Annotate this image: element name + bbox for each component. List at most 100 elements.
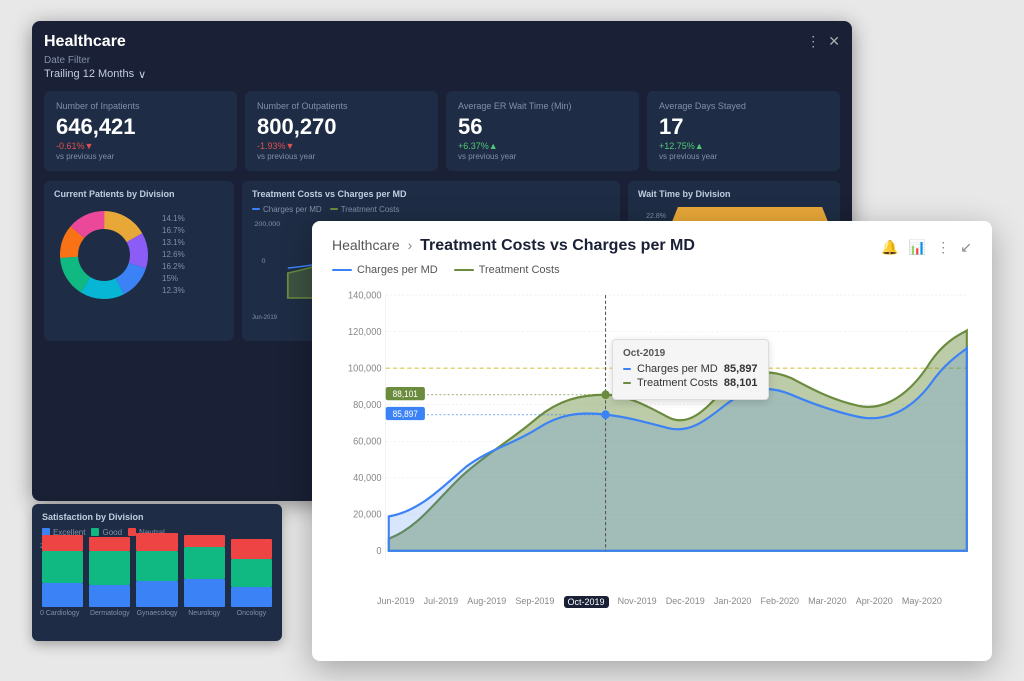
detail-legend-treatment: Treatment Costs <box>454 264 560 276</box>
kpi-label-3: Average Days Stayed <box>659 101 828 111</box>
bar-good-4 <box>231 559 272 587</box>
bar-neutral-2 <box>136 533 177 551</box>
kpi-vs-0: vs previous year <box>56 152 225 161</box>
chevron-down-icon: ∨ <box>138 68 146 81</box>
bar-label-4: Oncology <box>237 610 267 617</box>
legend-treatment-dot <box>330 208 338 210</box>
bar-excellent-2 <box>136 581 177 607</box>
dot-charges <box>601 410 609 419</box>
svg-text:0: 0 <box>262 258 266 264</box>
x-label-detail-2: Aug-2019 <box>467 596 506 608</box>
kpi-value-3: 17 <box>659 115 828 139</box>
kpi-label-0: Number of Inpatients <box>56 101 225 111</box>
kpi-label-2: Average ER Wait Time (Min) <box>458 101 627 111</box>
x-label-detail-11: May-2020 <box>902 596 942 608</box>
kpi-vs-1: vs previous year <box>257 152 426 161</box>
bar-neutral-1 <box>89 537 130 551</box>
bar-excellent-0 <box>42 583 83 607</box>
kpi-vs-3: vs previous year <box>659 152 828 161</box>
legend-charges-dot <box>252 208 260 210</box>
bar-group-gynaecology: Gynaecology <box>136 533 177 617</box>
bar-excellent-4 <box>231 587 272 607</box>
bar-chart-area: Cardiology Dermatology <box>42 543 272 633</box>
donut-label-0: 14.1% <box>162 214 185 223</box>
donut-container: 14.1% 16.7% 13.1% 12.6% 16.2% 15% 12.3% <box>54 205 224 305</box>
more-icon[interactable]: ⋮ <box>936 239 950 256</box>
detail-chart-title: Treatment Costs vs Charges per MD <box>420 237 695 254</box>
x-label-detail-9: Mar-2020 <box>808 596 847 608</box>
kpi-change-2: +6.37%▲ <box>458 141 627 151</box>
bar-group-cardiology: Cardiology <box>42 535 83 617</box>
donut-label-4: 16.2% <box>162 262 185 271</box>
kpi-value-1: 800,270 <box>257 115 426 139</box>
line-chart-legend: Charges per MD Treatment Costs <box>252 205 610 214</box>
bar-label-2: Gynaecology <box>137 610 178 617</box>
menu-icon[interactable]: ⋮ <box>806 33 820 50</box>
svg-text:40,000: 40,000 <box>353 472 381 483</box>
x-label-detail-6: Dec-2019 <box>666 596 705 608</box>
detail-chart-icons[interactable]: 🔔 📊 ⋮ ↙ <box>881 239 972 256</box>
x-label-detail-10: Apr-2020 <box>856 596 893 608</box>
sat-dot-neutral <box>128 528 136 536</box>
bar-excellent-1 <box>89 585 130 607</box>
breadcrumb-home[interactable]: Healthcare <box>332 237 400 253</box>
funnel-chart-title: Wait Time by Division <box>638 189 830 199</box>
kpi-value-2: 56 <box>458 115 627 139</box>
detail-legend-charges-label: Charges per MD <box>357 264 438 276</box>
donut-chart-card: Current Patients by Division <box>44 181 234 341</box>
legend-treatment: Treatment Costs <box>330 205 400 214</box>
bar-chart-icon[interactable]: 📊 <box>909 239 926 256</box>
svg-text:80,000: 80,000 <box>353 399 381 410</box>
bar-group-neurology: Neurology <box>184 535 225 617</box>
donut-label-1: 16.7% <box>162 226 185 235</box>
line-chart-title: Treatment Costs vs Charges per MD <box>252 189 610 199</box>
main-chart-area: 140,000 120,000 100,000 80,000 60,000 40… <box>332 284 972 594</box>
bar-group-oncology: Oncology <box>231 539 272 617</box>
donut-label-2: 13.1% <box>162 238 185 247</box>
x-label-detail-1: Jul-2019 <box>424 596 459 608</box>
bar-neutral-3 <box>184 535 225 547</box>
alert-icon[interactable]: 🔔 <box>881 239 898 256</box>
expand-icon[interactable]: ↙ <box>960 239 972 256</box>
x-label-jun: Jun-2019 <box>252 315 277 321</box>
bar-good-2 <box>136 551 177 581</box>
sat-chart-wrapper: 200 0 Cardiology <box>42 543 272 633</box>
detail-chart-header: Healthcare › Treatment Costs vs Charges … <box>332 237 972 256</box>
funnel-label-0: 22.8% <box>638 213 666 220</box>
legend-treatment-label: Treatment Costs <box>341 205 400 214</box>
charges-area-detail <box>389 348 967 551</box>
svg-text:140,000: 140,000 <box>348 290 382 301</box>
x-label-detail-0: Jun-2019 <box>377 596 415 608</box>
close-icon[interactable]: ✕ <box>828 33 840 50</box>
kpi-row: Number of Inpatients 646,421 -0.61%▼ vs … <box>44 91 840 171</box>
sat-legend-good: Good <box>91 528 122 537</box>
satisfaction-card: Satisfaction by Division Excellent Good … <box>32 504 282 641</box>
legend-charges: Charges per MD <box>252 205 322 214</box>
donut-label-5: 15% <box>162 274 185 283</box>
svg-text:120,000: 120,000 <box>348 326 382 337</box>
x-label-detail-5: Nov-2019 <box>618 596 657 608</box>
detail-legend-charges-line <box>332 269 352 271</box>
svg-text:88,101: 88,101 <box>393 388 418 398</box>
svg-text:60,000: 60,000 <box>353 436 381 447</box>
bar-group-dermatology: Dermatology <box>89 537 130 617</box>
x-label-detail-8: Feb-2020 <box>761 596 800 608</box>
kpi-value-0: 646,421 <box>56 115 225 139</box>
detail-legend-charges: Charges per MD <box>332 264 438 276</box>
x-axis-detail: Jun-2019 Jul-2019 Aug-2019 Sep-2019 Oct-… <box>332 596 972 608</box>
window-controls[interactable]: ⋮ ✕ <box>806 33 840 50</box>
donut-chart-title: Current Patients by Division <box>54 189 224 199</box>
donut-label-6: 12.3% <box>162 286 185 295</box>
svg-text:20,000: 20,000 <box>353 509 381 520</box>
x-label-detail-3: Sep-2019 <box>515 596 554 608</box>
date-filter-value[interactable]: Trailing 12 Months ∨ <box>44 68 840 81</box>
kpi-vs-2: vs previous year <box>458 152 627 161</box>
svg-text:200,000: 200,000 <box>254 221 280 227</box>
donut-labels: 14.1% 16.7% 13.1% 12.6% 16.2% 15% 12.3% <box>162 214 185 295</box>
bar-label-0: Cardiology <box>46 610 79 617</box>
x-label-detail-4[interactable]: Oct-2019 <box>564 596 609 608</box>
detail-chart-window: Healthcare › Treatment Costs vs Charges … <box>312 221 992 661</box>
sat-dot-good <box>91 528 99 536</box>
window-header: Healthcare ⋮ ✕ <box>44 33 840 51</box>
bar-good-0 <box>42 551 83 583</box>
